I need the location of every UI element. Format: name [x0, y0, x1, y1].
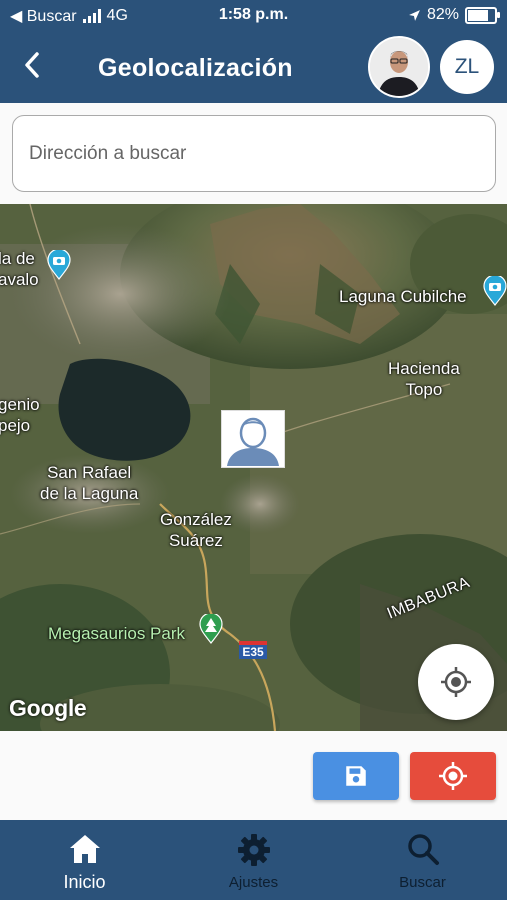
status-bar: ◀ Buscar 4G 1:58 p.m. 82% — [0, 0, 507, 30]
address-search-input[interactable] — [12, 115, 496, 192]
location-arrow-icon — [409, 9, 420, 21]
user-photo-avatar[interactable] — [368, 36, 430, 98]
user-silhouette-icon — [222, 411, 284, 467]
app-bar: Geolocalización ZL — [0, 32, 507, 102]
nav-item-buscar[interactable]: Buscar — [338, 820, 507, 900]
person-photo-icon — [370, 38, 428, 96]
bottom-navigation: Inicio Ajustes Buscar — [0, 820, 507, 900]
action-bar — [0, 731, 507, 820]
header: ◀ Buscar 4G 1:58 p.m. 82% Geolocalizació… — [0, 0, 507, 103]
photo-pin-icon[interactable] — [482, 276, 507, 306]
map-label-ingenio: genio pejo — [0, 395, 40, 435]
home-icon — [69, 835, 100, 863]
save-icon — [346, 766, 366, 786]
park-pin-icon[interactable] — [198, 614, 224, 644]
search-icon — [407, 834, 439, 865]
chevron-left-icon — [25, 52, 39, 78]
map-label-san-rafael: San Rafael de la Laguna — [40, 463, 139, 503]
save-location-button[interactable] — [313, 752, 399, 800]
user-location-marker[interactable] — [221, 410, 285, 468]
map-label-megasaurios-park: Megasaurios Park — [48, 624, 186, 643]
google-attribution: Google — [9, 695, 87, 721]
nav-label-buscar: Buscar — [399, 874, 446, 891]
nav-item-inicio[interactable]: Inicio — [0, 820, 169, 900]
nav-label-inicio: Inicio — [63, 872, 106, 892]
gear-icon — [237, 834, 270, 866]
highway-shield: E35 — [239, 641, 267, 659]
user-initials-avatar[interactable]: ZL — [440, 40, 494, 94]
crosshair-icon — [441, 667, 471, 697]
gps-location-button[interactable] — [410, 752, 496, 800]
nav-label-ajustes: Ajustes — [228, 874, 279, 891]
battery-icon — [465, 6, 500, 24]
battery-percent: 82% — [426, 6, 459, 23]
back-button[interactable] — [18, 50, 48, 80]
map-label-laguna-cubilche: Laguna Cubilche — [339, 287, 467, 306]
page-title: Geolocalización — [98, 54, 293, 82]
nav-item-ajustes[interactable]: Ajustes — [169, 820, 338, 900]
photo-pin-icon[interactable] — [46, 250, 72, 280]
search-area — [0, 103, 507, 204]
map-label-otavalo: la de avalo — [0, 249, 39, 289]
map-label-hacienda-topo: Hacienda Topo — [388, 359, 460, 399]
map-label-gonzalez-suarez: González Suárez — [160, 510, 232, 550]
gps-icon — [439, 762, 467, 790]
map-view[interactable]: la de avalo Laguna Cubilche Hacienda Top… — [0, 204, 507, 731]
map-my-location-button[interactable] — [418, 644, 494, 720]
